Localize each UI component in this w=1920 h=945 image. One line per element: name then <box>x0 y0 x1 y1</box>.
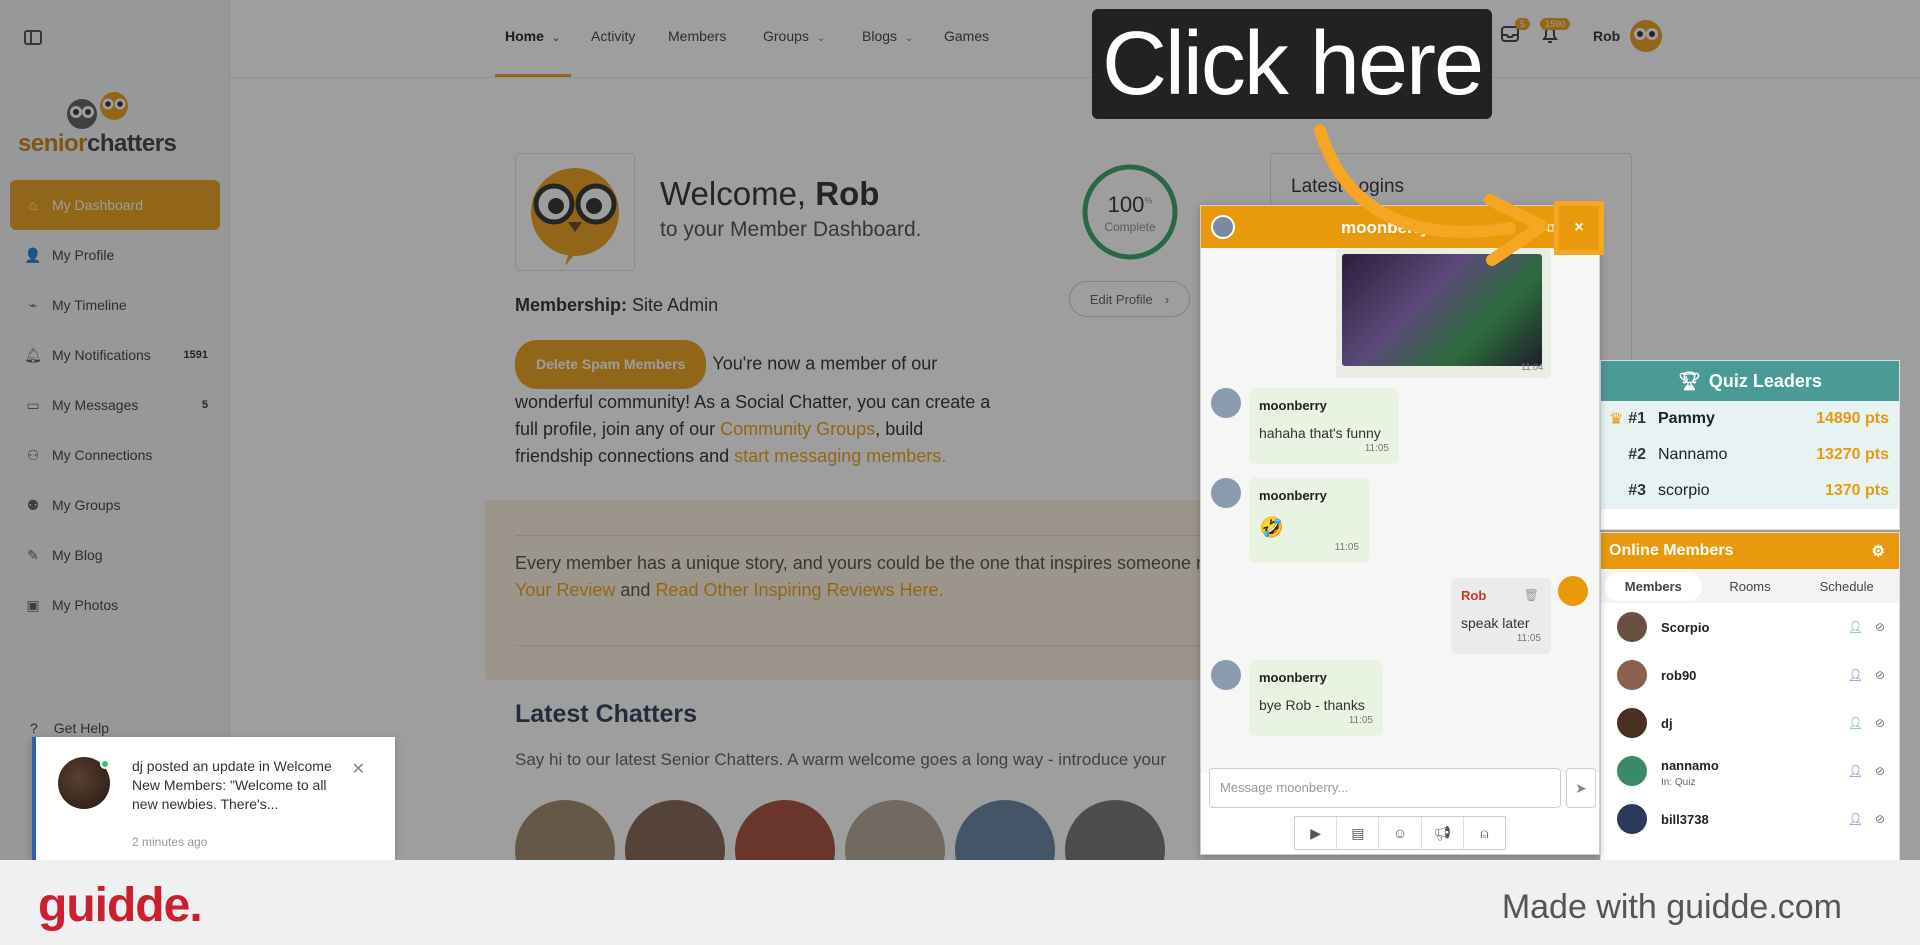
message-time: 11:05 <box>1516 633 1541 644</box>
online-members-header: Online Members ⚙ <box>1601 533 1899 569</box>
quiz-leaders-title: Quiz Leaders <box>1708 370 1822 391</box>
avatar <box>1617 708 1647 738</box>
block-icon[interactable]: ⊘ <box>1875 716 1885 730</box>
quiz-leader-row[interactable]: ♛ #1 Pammy 14890 pts <box>1601 401 1899 437</box>
trash-icon[interactable]: 🗑︎ <box>1524 588 1539 602</box>
chat-toolbar: ▶ ▤ ☺ 📢︎ ⍝ <box>1294 816 1506 850</box>
online-members-widget: Online Members ⚙ Members Rooms Schedule … <box>1600 532 1900 862</box>
online-member-row[interactable]: nannamo In: Quiz 👤︎ ⊘ <box>1601 747 1899 795</box>
quiz-rank: #2 <box>1628 446 1646 463</box>
chat-message: moonberry 🤣 11:05 <box>1249 478 1369 563</box>
chat-message: moonberry bye Rob - thanks 11:05 <box>1249 660 1383 736</box>
message-text: hahaha that's funny <box>1259 425 1381 441</box>
chat-message: moonberry hahaha that's funny 11:05 <box>1249 388 1399 464</box>
message-text: 🤣 <box>1259 517 1284 539</box>
block-icon[interactable]: ⊘ <box>1875 812 1885 826</box>
quiz-name: Nannamo <box>1658 446 1728 463</box>
member-name: nannamo <box>1661 757 1719 773</box>
toast-time: 2 minutes ago <box>132 835 208 849</box>
online-status-dot <box>100 759 110 769</box>
avatar <box>1617 804 1647 834</box>
avatar <box>1617 756 1647 786</box>
add-friend-icon[interactable]: 👤︎ <box>1848 668 1863 682</box>
quiz-leaders-header: 🏆︎ Quiz Leaders <box>1601 361 1899 401</box>
avatar <box>1211 388 1241 418</box>
gear-icon[interactable]: ⚙ <box>1872 542 1885 560</box>
block-icon[interactable]: ⊘ <box>1875 764 1885 778</box>
broadcast-icon[interactable]: ⍝ <box>1464 817 1505 849</box>
message-time: 11:05 <box>1348 715 1373 726</box>
quiz-points: 13270 pts <box>1816 446 1889 463</box>
avatar <box>1211 215 1235 239</box>
crown-icon: ♛ <box>1609 411 1624 428</box>
youtube-icon[interactable]: ▶ <box>1295 817 1338 849</box>
member-status: In: Quiz <box>1661 777 1696 788</box>
callout-arrow-icon <box>1314 124 1548 266</box>
toast-text: dj posted an update in Welcome New Membe… <box>132 758 332 812</box>
message-sender: moonberry <box>1259 488 1327 503</box>
message-time: 11:05 <box>1364 443 1389 454</box>
trophy-icon: 🏆︎ <box>1678 370 1701 391</box>
close-icon[interactable]: ✕ <box>352 759 365 779</box>
guidde-footer: guidde. Made with guidde.com <box>0 860 1920 945</box>
tab-members[interactable]: Members <box>1605 571 1702 601</box>
message-sender: moonberry <box>1259 398 1327 413</box>
guidde-logo: guidde. <box>38 879 203 932</box>
avatar <box>1617 612 1647 642</box>
online-member-row[interactable]: Scorpio 👤︎ ⊘ <box>1601 603 1899 651</box>
add-friend-icon[interactable]: 👤︎ <box>1848 764 1863 778</box>
quiz-name: scorpio <box>1658 482 1710 499</box>
block-icon[interactable]: ⊘ <box>1875 620 1885 634</box>
message-text: speak later <box>1461 615 1530 631</box>
add-friend-icon[interactable]: 👤︎ <box>1848 812 1863 826</box>
avatar <box>1617 660 1647 690</box>
click-here-callout: Click here <box>1092 9 1492 119</box>
online-member-row[interactable]: dj 👤︎ ⊘ <box>1601 699 1899 747</box>
made-with-text: Made with guidde.com <box>1501 888 1842 926</box>
chat-message-own: Rob 🗑︎ speak later 11:05 <box>1451 578 1551 654</box>
message-time: 11:05 <box>1334 542 1359 553</box>
online-member-row[interactable]: bill3738 👤︎ ⊘ <box>1601 795 1899 843</box>
emoji-icon[interactable]: ☺ <box>1379 817 1422 849</box>
online-tabs: Members Rooms Schedule <box>1601 569 1899 603</box>
activity-notification-toast[interactable]: dj posted an update in Welcome New Membe… <box>32 737 395 860</box>
chat-message-input[interactable]: Message moonberry... <box>1209 768 1561 808</box>
gallery-icon[interactable]: ▤ <box>1337 817 1380 849</box>
connected-user-icon[interactable]: 👤︎ <box>1848 716 1863 730</box>
avatar <box>1558 576 1588 606</box>
online-member-row[interactable]: rob90 👤︎ ⊘ <box>1601 651 1899 699</box>
chat-window: moonberry ⧉ 11:04 moonberry hahaha that'… <box>1200 205 1600 855</box>
quiz-leader-row[interactable]: #3 scorpio 1370 pts <box>1601 473 1899 509</box>
member-name: dj <box>1661 715 1673 731</box>
message-time: 11:04 <box>1521 362 1543 372</box>
quiz-rank: #3 <box>1628 482 1646 499</box>
avatar <box>1211 478 1241 508</box>
member-name: rob90 <box>1661 667 1697 683</box>
megaphone-icon[interactable]: 📢︎ <box>1422 817 1464 849</box>
quiz-leaders-widget: 🏆︎ Quiz Leaders ♛ #1 Pammy 14890 pts #2 N… <box>1600 360 1900 530</box>
message-text: bye Rob - thanks <box>1259 697 1365 713</box>
chat-messages: 11:04 moonberry hahaha that's funny 11:0… <box>1201 248 1599 773</box>
tab-schedule[interactable]: Schedule <box>1798 579 1895 594</box>
tab-rooms[interactable]: Rooms <box>1702 579 1799 594</box>
quiz-name: Pammy <box>1658 410 1715 427</box>
quiz-leader-row[interactable]: #2 Nannamo 13270 pts <box>1601 437 1899 473</box>
quiz-rank: #1 <box>1628 410 1646 427</box>
member-name: bill3738 <box>1661 811 1709 827</box>
member-name: Scorpio <box>1661 619 1710 635</box>
connected-user-icon[interactable]: 👤︎ <box>1848 620 1863 634</box>
quiz-points: 14890 pts <box>1816 410 1889 427</box>
message-sender: moonberry <box>1259 670 1327 685</box>
quiz-points: 1370 pts <box>1824 482 1889 499</box>
avatar <box>1211 660 1241 690</box>
online-members-title: Online Members <box>1609 542 1734 559</box>
block-icon[interactable]: ⊘ <box>1875 668 1885 682</box>
send-icon[interactable]: ➤ <box>1566 768 1596 808</box>
